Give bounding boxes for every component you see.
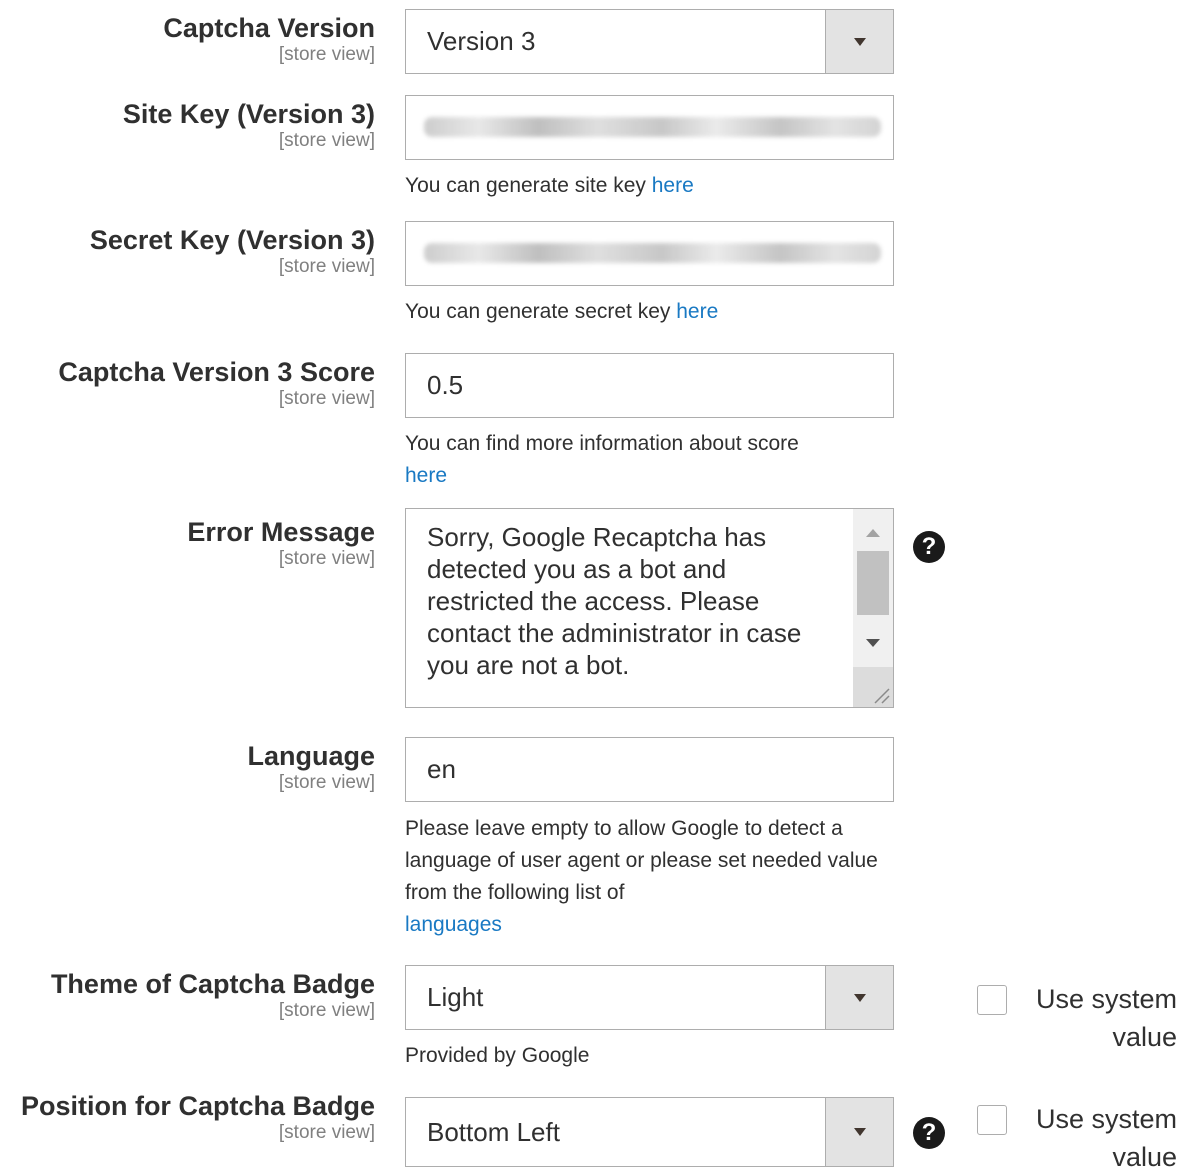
site-key-label: Site Key (Version 3) [122,99,375,129]
score-value: 0.5 [427,370,464,400]
question-circle-icon[interactable]: ? [913,1117,945,1149]
secret-key-here-link[interactable]: here [676,300,718,323]
secret-key-redacted-value [424,243,881,263]
error-message-label-group: Error Message [store view] [187,516,375,570]
resize-handle[interactable] [853,667,893,707]
scope-label: [store view] [278,1000,375,1021]
scope-label: [store view] [278,44,375,65]
error-message-value: Sorry, Google Recaptcha has detected you… [427,522,802,680]
language-label: Language [247,741,375,771]
chevron-down-icon [853,37,866,46]
secret-key-label-group: Secret Key (Version 3) [store view] [90,224,375,278]
language-input[interactable]: en [405,737,894,802]
scope-label: [store view] [278,772,375,793]
score-label-group: Captcha Version 3 Score [store view] [58,356,375,410]
captcha-version-select[interactable]: Version 3 [405,9,894,74]
site-key-note: You can generate site key here [405,170,905,202]
position-label-group: Position for Captcha Badge [store view] [21,1090,375,1144]
captcha-version-label: Captcha Version [163,13,375,43]
languages-link[interactable]: languages [405,913,502,936]
score-note: You can find more information about scor… [405,428,905,492]
position-select[interactable]: Bottom Left [405,1097,894,1167]
site-key-note-text: You can generate site key [405,174,652,197]
error-message-textarea[interactable]: Sorry, Google Recaptcha has detected you… [405,508,894,708]
secret-key-note: You can generate secret key here [405,296,905,328]
error-message-label: Error Message [187,517,375,547]
scope-label: [store view] [278,548,375,569]
position-value: Bottom Left [427,1116,560,1147]
position-use-system-value-label[interactable]: Use system value [1025,1100,1177,1176]
scroll-down-icon[interactable] [866,639,880,647]
scroll-up-icon[interactable] [866,529,880,537]
theme-note: Provided by Google [405,1044,590,1067]
theme-select[interactable]: Light [405,965,894,1030]
secret-key-label: Secret Key (Version 3) [89,225,375,255]
scope-label: [store view] [278,1122,375,1143]
position-label: Position for Captcha Badge [20,1091,375,1121]
secret-key-note-text: You can generate secret key [405,300,677,323]
language-label-group: Language [store view] [247,740,375,794]
language-value: en [427,754,456,784]
language-note-text: Please leave empty to allow Google to de… [405,817,878,904]
scope-label: [store view] [278,388,375,409]
score-input[interactable]: 0.5 [405,353,894,418]
scope-label: [store view] [278,256,375,277]
theme-use-system-value-checkbox[interactable] [977,985,1007,1015]
chevron-down-icon [853,1128,866,1136]
secret-key-input[interactable] [405,221,894,286]
theme-label-group: Theme of Captcha Badge [store view] [51,968,375,1022]
theme-label: Theme of Captcha Badge [50,969,375,999]
captcha-version-dropdown-button[interactable] [825,10,893,73]
scrollbar-thumb[interactable] [857,551,889,615]
score-note-text: You can find more information about scor… [405,432,799,455]
site-key-redacted-value [424,117,881,137]
theme-dropdown-button[interactable] [825,966,893,1029]
chevron-down-icon [853,993,866,1002]
theme-use-system-value-label[interactable]: Use system value [1025,980,1177,1056]
site-key-here-link[interactable]: here [652,174,694,197]
error-message-scrollbar[interactable] [853,509,893,669]
scope-label: [store view] [278,130,375,151]
site-key-input[interactable] [405,95,894,160]
site-key-label-group: Site Key (Version 3) [store view] [123,98,375,152]
language-note: Please leave empty to allow Google to de… [405,813,895,941]
position-dropdown-button[interactable] [825,1098,893,1166]
captcha-version-label-group: Captcha Version [store view] [163,12,375,66]
position-use-system-value-checkbox[interactable] [977,1105,1007,1135]
score-here-link[interactable]: here [405,464,447,487]
question-circle-icon[interactable]: ? [913,531,945,563]
theme-value: Light [427,982,484,1012]
score-label: Captcha Version 3 Score [58,357,375,387]
resize-grip-icon [874,688,890,704]
captcha-version-value: Version 3 [427,26,536,56]
